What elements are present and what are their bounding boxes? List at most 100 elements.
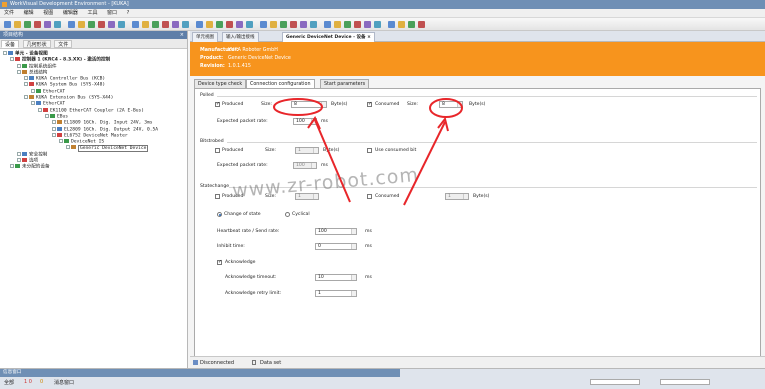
toolbar-button-icon[interactable]	[324, 21, 331, 28]
toolbar-button-icon[interactable]	[162, 21, 169, 28]
toolbar-button-icon[interactable]	[182, 21, 189, 28]
statechange-consumed-size-input[interactable]: 1	[445, 193, 469, 200]
statechange-consumed-checkbox[interactable]	[367, 194, 372, 199]
toolbar-button-icon[interactable]	[4, 21, 11, 28]
close-icon[interactable]: ×	[180, 31, 184, 39]
toolbar-button-icon[interactable]	[196, 21, 203, 28]
toolbar-button-icon[interactable]	[408, 21, 415, 28]
expander-icon[interactable]	[3, 51, 7, 55]
dataset-label[interactable]: Data set	[260, 360, 281, 366]
toolbar-button-icon[interactable]	[44, 21, 51, 28]
menu-editor[interactable]: 编辑器	[59, 9, 82, 18]
toolbar-button-icon[interactable]	[142, 21, 149, 28]
bitstrobed-size-input[interactable]: 1	[295, 147, 319, 154]
menu-file[interactable]: 文件	[0, 9, 18, 18]
polled-rate-input[interactable]: 100	[293, 118, 317, 125]
inhibit-input[interactable]: 0	[315, 243, 357, 250]
bitstrobed-rate-input[interactable]: 100	[293, 162, 317, 169]
polled-consumed-checkbox[interactable]	[367, 101, 372, 107]
filter-errors[interactable]: 1 0	[24, 379, 32, 385]
filter-messages[interactable]: 消息窗口	[54, 379, 74, 386]
expander-icon[interactable]	[10, 164, 14, 169]
ack-timeout-input[interactable]: 10	[315, 274, 357, 281]
expander-icon[interactable]	[24, 95, 28, 100]
tab-devices[interactable]: 设备	[1, 40, 20, 48]
toolbar-button-icon[interactable]	[216, 21, 223, 28]
tab-files[interactable]: 文件	[54, 40, 73, 48]
expander-icon[interactable]	[10, 57, 14, 62]
toolbar-button-icon[interactable]	[68, 21, 75, 28]
expander-icon[interactable]	[17, 151, 21, 156]
toolbar-button-icon[interactable]	[152, 21, 159, 28]
toolbar-button-icon[interactable]	[108, 21, 115, 28]
toolbar-button-icon[interactable]	[418, 21, 425, 28]
toolbar-button-icon[interactable]	[24, 21, 31, 28]
expander-icon[interactable]	[17, 158, 21, 163]
toolbar-button-icon[interactable]	[364, 21, 371, 28]
tab-io-wiring[interactable]: 输入/输出接线	[222, 32, 259, 42]
expander-icon[interactable]	[52, 120, 56, 125]
acknowledge-checkbox[interactable]	[217, 259, 222, 265]
toolbar-button-icon[interactable]	[388, 21, 395, 28]
expander-icon[interactable]	[17, 69, 21, 74]
menu-view[interactable]: 视图	[39, 9, 57, 18]
toolbar-button-icon[interactable]	[300, 21, 307, 28]
toolbar-button-icon[interactable]	[270, 21, 277, 28]
expander-icon[interactable]	[52, 132, 56, 137]
toolbar-button-icon[interactable]	[290, 21, 297, 28]
toolbar-button-icon[interactable]	[236, 21, 243, 28]
heartbeat-input[interactable]: 100	[315, 228, 357, 235]
toolbar-button-icon[interactable]	[310, 21, 317, 28]
toolbar-button-icon[interactable]	[88, 21, 95, 28]
toolbar-button-icon[interactable]	[260, 21, 267, 28]
ack-retry-input[interactable]: 1	[315, 290, 357, 297]
toolbar-button-icon[interactable]	[398, 21, 405, 28]
expander-icon[interactable]	[59, 139, 63, 144]
menu-window[interactable]: 窗口	[103, 9, 121, 18]
bitstrobed-produced-checkbox[interactable]	[215, 148, 220, 153]
toolbar-button-icon[interactable]	[344, 21, 351, 28]
tab-device-editor[interactable]: Generic DeviceNet Device - 设备 ×	[282, 32, 375, 42]
toolbar-button-icon[interactable]	[132, 21, 139, 28]
toolbar-button-icon[interactable]	[226, 21, 233, 28]
sort-select[interactable]	[660, 379, 710, 385]
toolbar-button-icon[interactable]	[354, 21, 361, 28]
filter-all[interactable]: 全部	[4, 379, 14, 386]
filter-warnings[interactable]: 0	[40, 379, 43, 385]
expander-icon[interactable]	[52, 126, 56, 131]
statechange-produced-checkbox[interactable]	[215, 194, 220, 199]
expander-icon[interactable]	[17, 63, 21, 68]
toolbar-button-icon[interactable]	[334, 21, 341, 28]
polled-produced-size-input[interactable]: 8	[291, 101, 327, 108]
expander-icon[interactable]	[45, 113, 49, 118]
toolbar-button-icon[interactable]	[206, 21, 213, 28]
change-of-state-radio[interactable]	[217, 212, 222, 217]
toolbar-button-icon[interactable]	[98, 21, 105, 28]
menu-help[interactable]: ?	[123, 9, 134, 18]
use-consumed-bit-checkbox[interactable]	[367, 148, 372, 153]
toolbar-button-icon[interactable]	[118, 21, 125, 28]
tab-cell-view[interactable]: 单元视图	[192, 32, 218, 42]
polled-produced-checkbox[interactable]	[215, 101, 220, 107]
expander-icon[interactable]	[24, 76, 28, 81]
tree-item[interactable]: 未分配的设备	[0, 164, 187, 170]
expander-icon[interactable]	[66, 145, 70, 150]
toolbar-button-icon[interactable]	[172, 21, 179, 28]
toolbar-button-icon[interactable]	[374, 21, 381, 28]
toolbar-button-icon[interactable]	[78, 21, 85, 28]
cyclical-radio[interactable]	[285, 212, 290, 217]
toolbar-button-icon[interactable]	[34, 21, 41, 28]
toolbar-button-icon[interactable]	[54, 21, 61, 28]
menu-tools[interactable]: 工具	[83, 9, 101, 18]
toolbar-button-icon[interactable]	[246, 21, 253, 28]
expander-icon[interactable]	[38, 107, 42, 112]
tab-geometry[interactable]: 几何形状	[22, 40, 51, 48]
expander-icon[interactable]	[24, 82, 28, 87]
expander-icon[interactable]	[31, 101, 35, 106]
expander-icon[interactable]	[31, 88, 35, 93]
category-filter-select[interactable]	[590, 379, 640, 385]
toolbar-button-icon[interactable]	[14, 21, 21, 28]
menu-edit[interactable]: 编辑	[20, 9, 38, 18]
toolbar-button-icon[interactable]	[280, 21, 287, 28]
polled-consumed-size-input[interactable]: 8	[439, 101, 463, 108]
